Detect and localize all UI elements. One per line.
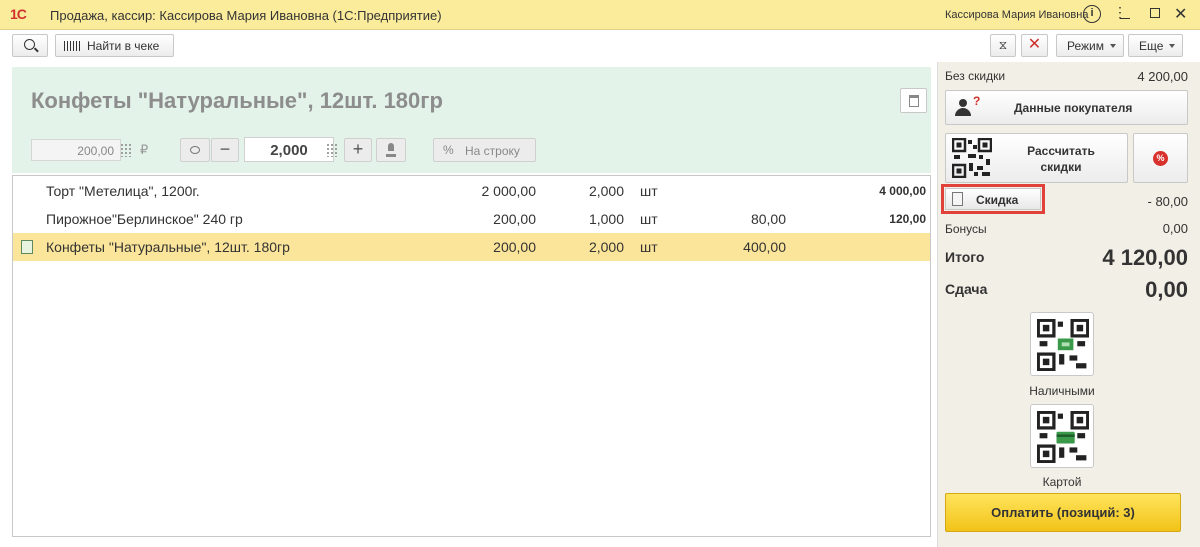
minimize-icon[interactable] <box>1120 5 1130 19</box>
item-unit: шт <box>640 211 658 227</box>
toolbar: Найти в чеке ⧖ ✕ Режим Еще <box>0 30 1200 62</box>
search-icon <box>24 39 35 50</box>
bonus-label: Бонусы <box>945 222 987 236</box>
1c-logo: 1С <box>10 6 27 22</box>
increase-quantity-button[interactable]: + <box>344 138 372 162</box>
discount-button[interactable]: Скидка <box>945 188 1041 210</box>
person-icon <box>955 99 971 116</box>
discount-document-icon <box>952 192 963 206</box>
cancel-receipt-button[interactable]: ✕ <box>1021 34 1048 57</box>
current-item-panel: Конфеты "Натуральные", 12шт. 180гр 200,0… <box>12 67 931 173</box>
item-discount: 400,00 <box>743 239 786 255</box>
qr-card-icon <box>1037 411 1089 463</box>
current-user: Кассирова Мария Ивановна <box>945 9 1089 21</box>
currency-symbol: ₽ <box>140 142 149 157</box>
stamp-icon <box>386 143 396 157</box>
customer-data-button[interactable]: ? Данные покупателя <box>945 90 1188 125</box>
discount-value: - 80,00 <box>1147 194 1188 209</box>
current-row-icon <box>21 240 33 254</box>
info-icon[interactable]: i <box>1083 5 1101 23</box>
table-row[interactable]: Пирожное"Берлинское" 240 гр 200,00 1,000… <box>13 205 930 233</box>
change-label: Сдача <box>945 281 988 297</box>
keypad-icon[interactable] <box>120 143 132 157</box>
calculate-discounts-button[interactable]: Рассчитать скидки <box>945 133 1128 183</box>
item-price: 200,00 <box>493 211 536 227</box>
percent-icon: % <box>1153 151 1168 166</box>
pay-cash-button[interactable] <box>1030 312 1094 376</box>
item-sum: 120,00 <box>889 212 926 226</box>
keypad-icon[interactable] <box>326 143 338 157</box>
no-discount-value: 4 200,00 <box>1137 69 1188 84</box>
item-price: 2 000,00 <box>481 183 537 199</box>
bonus-value: 0,00 <box>1162 221 1188 236</box>
row-discount-button[interactable]: % На строку <box>433 138 536 162</box>
stamp-button[interactable] <box>376 138 406 162</box>
percent-icon: % <box>443 143 454 157</box>
item-quantity: 1,000 <box>588 211 624 227</box>
chevron-down-icon <box>1110 44 1116 48</box>
item-price: 200,00 <box>493 239 536 255</box>
question-icon: ? <box>973 94 981 108</box>
cancel-icon: ✕ <box>1027 36 1042 53</box>
discount-label: Скидка <box>976 193 1019 207</box>
window-title: Продажа, кассир: Кассирова Мария Ивановн… <box>50 8 442 23</box>
close-icon[interactable]: ✕ <box>1174 4 1187 24</box>
view-button[interactable] <box>180 138 210 162</box>
pay-button[interactable]: Оплатить (позиций: 3) <box>945 493 1181 532</box>
qr-code-icon <box>952 138 992 178</box>
receipt-table: Торт "Метелица", 1200г. 2 000,00 2,000 ш… <box>12 175 931 537</box>
item-unit: шт <box>640 183 658 199</box>
no-discount-label: Без скидки <box>945 69 1006 83</box>
calculate-discounts-label: Рассчитать скидки <box>1027 144 1095 174</box>
deferred-receipt-button[interactable]: ⧖ <box>990 34 1016 57</box>
barcode-icon <box>64 41 80 51</box>
item-quantity: 2,000 <box>588 239 624 255</box>
find-in-receipt-label: Найти в чеке <box>87 39 160 53</box>
qr-cash-icon <box>1037 319 1089 371</box>
title-bar: 1С Продажа, кассир: Кассирова Мария Иван… <box>0 0 1200 30</box>
item-name: Пирожное"Берлинское" 240 гр <box>46 211 243 227</box>
delete-item-button[interactable] <box>900 88 927 113</box>
find-in-receipt-button[interactable]: Найти в чеке <box>55 34 174 57</box>
table-row[interactable]: Торт "Метелица", 1200г. 2 000,00 2,000 ш… <box>13 177 930 205</box>
pay-card-label: Картой <box>1042 475 1082 489</box>
pay-card-button[interactable] <box>1030 404 1094 468</box>
search-button[interactable] <box>12 34 48 57</box>
item-name: Конфеты "Натуральные", 12шт. 180гр <box>46 239 290 255</box>
change-value: 0,00 <box>1145 277 1188 302</box>
summary-panel: Без скидки 4 200,00 ? Данные покупателя … <box>937 62 1200 547</box>
total-value: 4 120,00 <box>1102 245 1188 270</box>
item-quantity: 2,000 <box>588 183 624 199</box>
more-dropdown[interactable]: Еще <box>1128 34 1183 57</box>
decrease-quantity-button[interactable]: − <box>211 138 239 162</box>
item-unit: шт <box>640 239 658 255</box>
total-label: Итого <box>945 249 985 265</box>
hourglass-icon: ⧖ <box>998 38 1008 52</box>
customer-data-label: Данные покупателя <box>1014 101 1133 115</box>
row-discount-label: На строку <box>465 144 520 158</box>
mode-dropdown[interactable]: Режим <box>1056 34 1124 57</box>
current-item-title: Конфеты "Натуральные", 12шт. 180гр <box>31 88 443 113</box>
more-label: Еще <box>1139 39 1164 53</box>
pay-cash-label: Наличными <box>1029 384 1095 398</box>
eye-icon <box>190 146 200 154</box>
maximize-icon[interactable] <box>1150 8 1160 18</box>
trash-icon <box>909 95 919 107</box>
item-sum: 4 000,00 <box>879 184 926 198</box>
item-name: Торт "Метелица", 1200г. <box>46 183 200 199</box>
quantity-field[interactable]: 2,000 <box>244 137 334 162</box>
chevron-down-icon <box>1169 44 1175 48</box>
table-row-selected[interactable]: Конфеты "Натуральные", 12шт. 180гр 200,0… <box>13 233 930 261</box>
item-discount: 80,00 <box>750 211 786 227</box>
manual-discount-button[interactable]: % <box>1133 133 1188 183</box>
mode-label: Режим <box>1067 39 1104 53</box>
price-field[interactable]: 200,00 <box>31 139 121 161</box>
